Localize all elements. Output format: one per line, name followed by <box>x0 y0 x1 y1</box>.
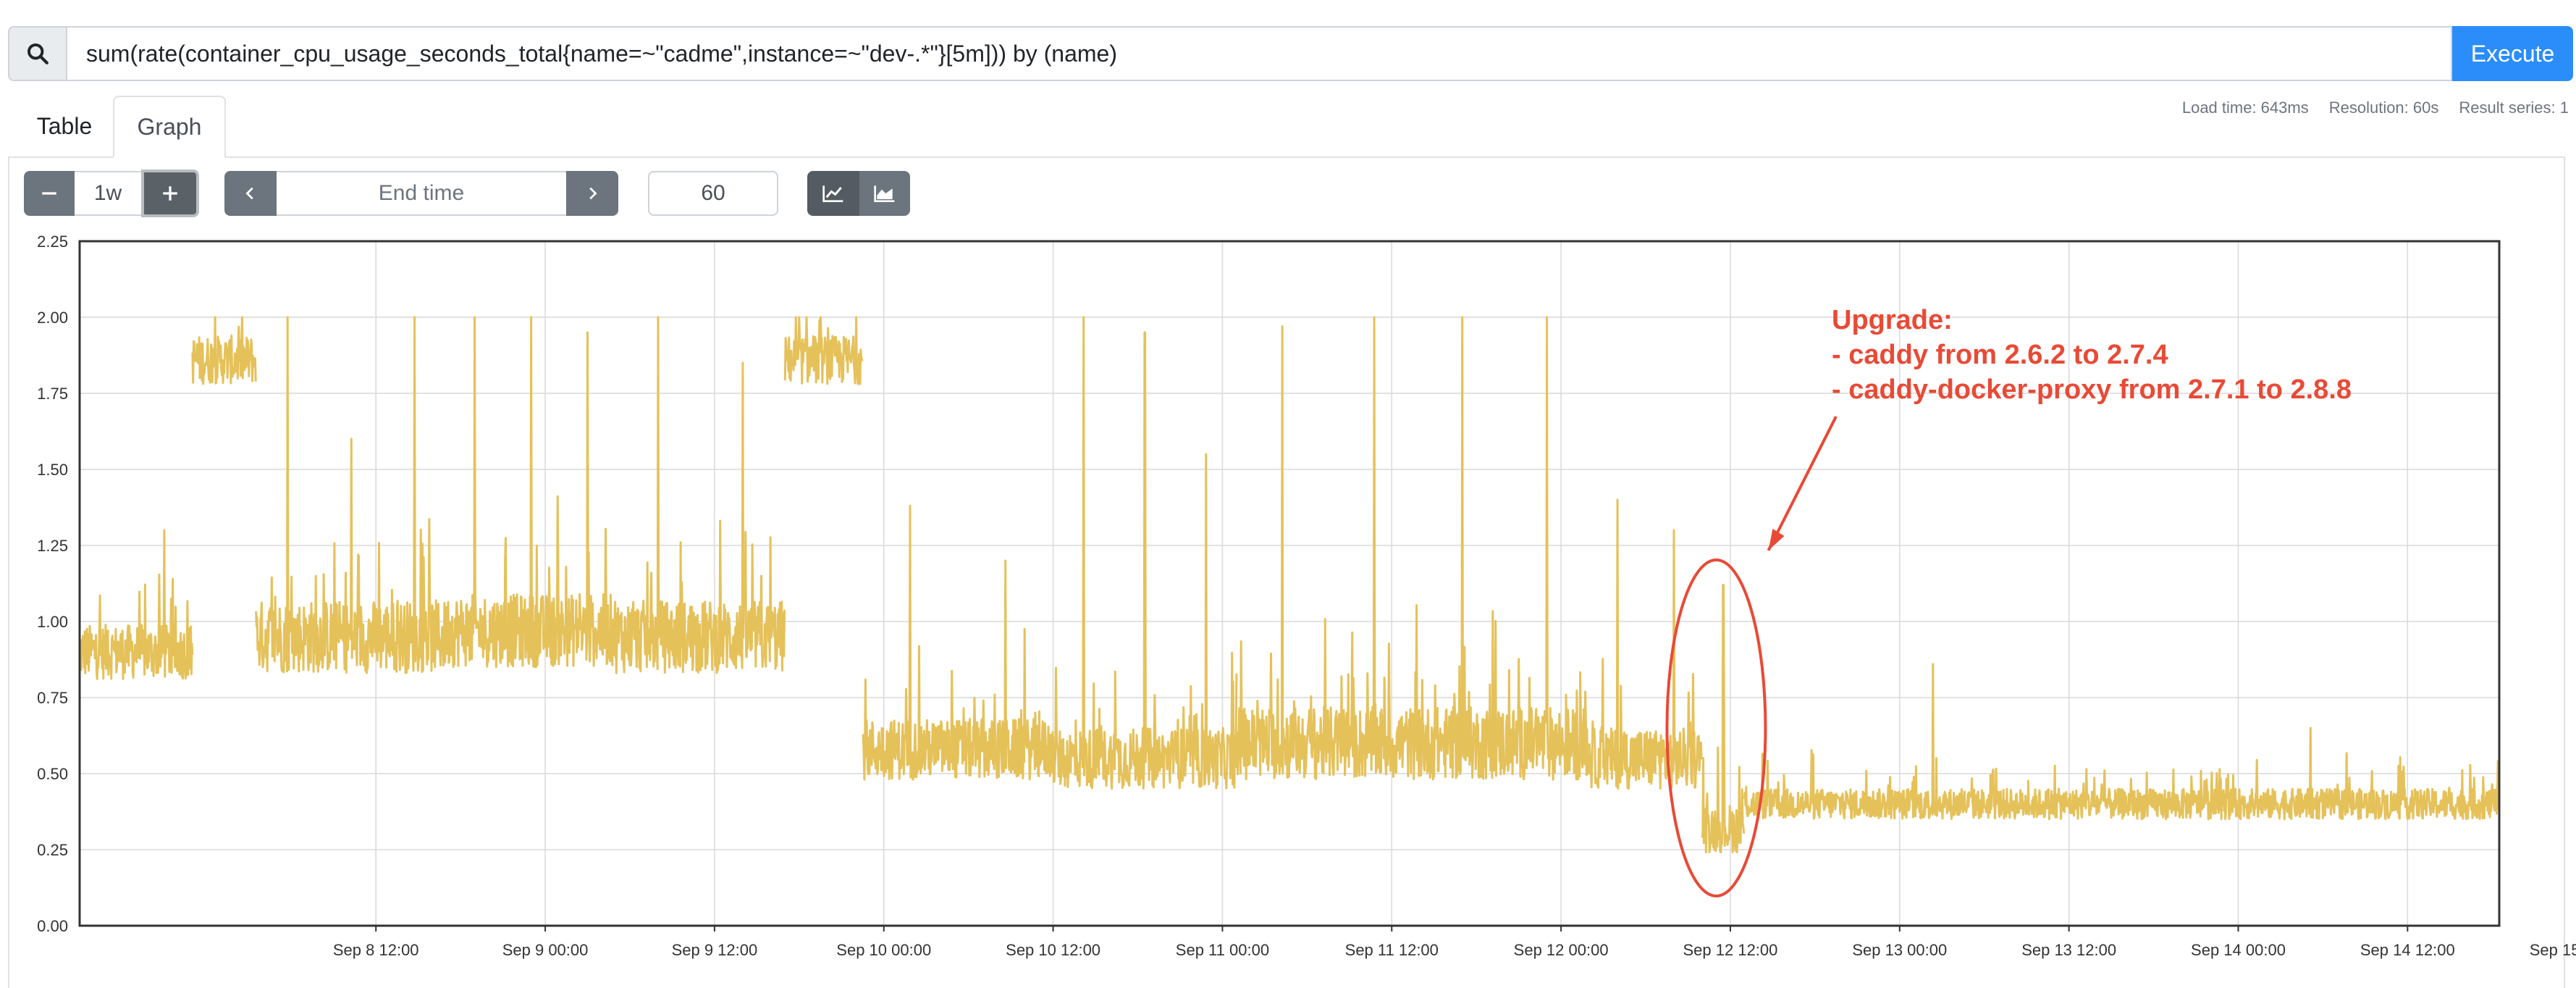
line-chart-icon <box>822 185 843 202</box>
plus-icon <box>163 186 177 201</box>
resolution-input[interactable]: 60 <box>648 171 778 216</box>
tab-table[interactable]: Table <box>16 96 113 156</box>
range-increase-button[interactable] <box>141 169 199 217</box>
query-stats: Load time: 643ms Resolution: 60s Result … <box>2182 99 2569 117</box>
unstacked-lines-button[interactable] <box>807 171 859 216</box>
end-time-back-button[interactable] <box>224 171 277 216</box>
range-input[interactable]: 1w <box>75 171 141 216</box>
search-icon <box>27 43 49 64</box>
minus-icon <box>42 192 56 195</box>
resolution-stat: Resolution: 60s <box>2328 99 2439 117</box>
tab-graph[interactable]: Graph <box>113 96 226 158</box>
end-time-forward-button[interactable] <box>566 171 618 216</box>
area-chart-icon <box>874 185 895 202</box>
query-input[interactable] <box>66 26 2452 81</box>
end-time-input[interactable]: End time <box>277 171 566 216</box>
range-decrease-button[interactable] <box>24 171 75 216</box>
query-bar: Execute <box>8 26 2573 81</box>
execute-button[interactable]: Execute <box>2452 26 2573 81</box>
chevron-right-icon <box>589 187 597 200</box>
chevron-left-icon <box>245 187 253 200</box>
search-addon <box>8 26 66 81</box>
load-time: Load time: 643ms <box>2181 99 2309 117</box>
result-series: Result series: 1 <box>2459 99 2569 117</box>
graph-panel <box>8 156 2565 988</box>
stacked-area-button[interactable] <box>859 171 910 216</box>
